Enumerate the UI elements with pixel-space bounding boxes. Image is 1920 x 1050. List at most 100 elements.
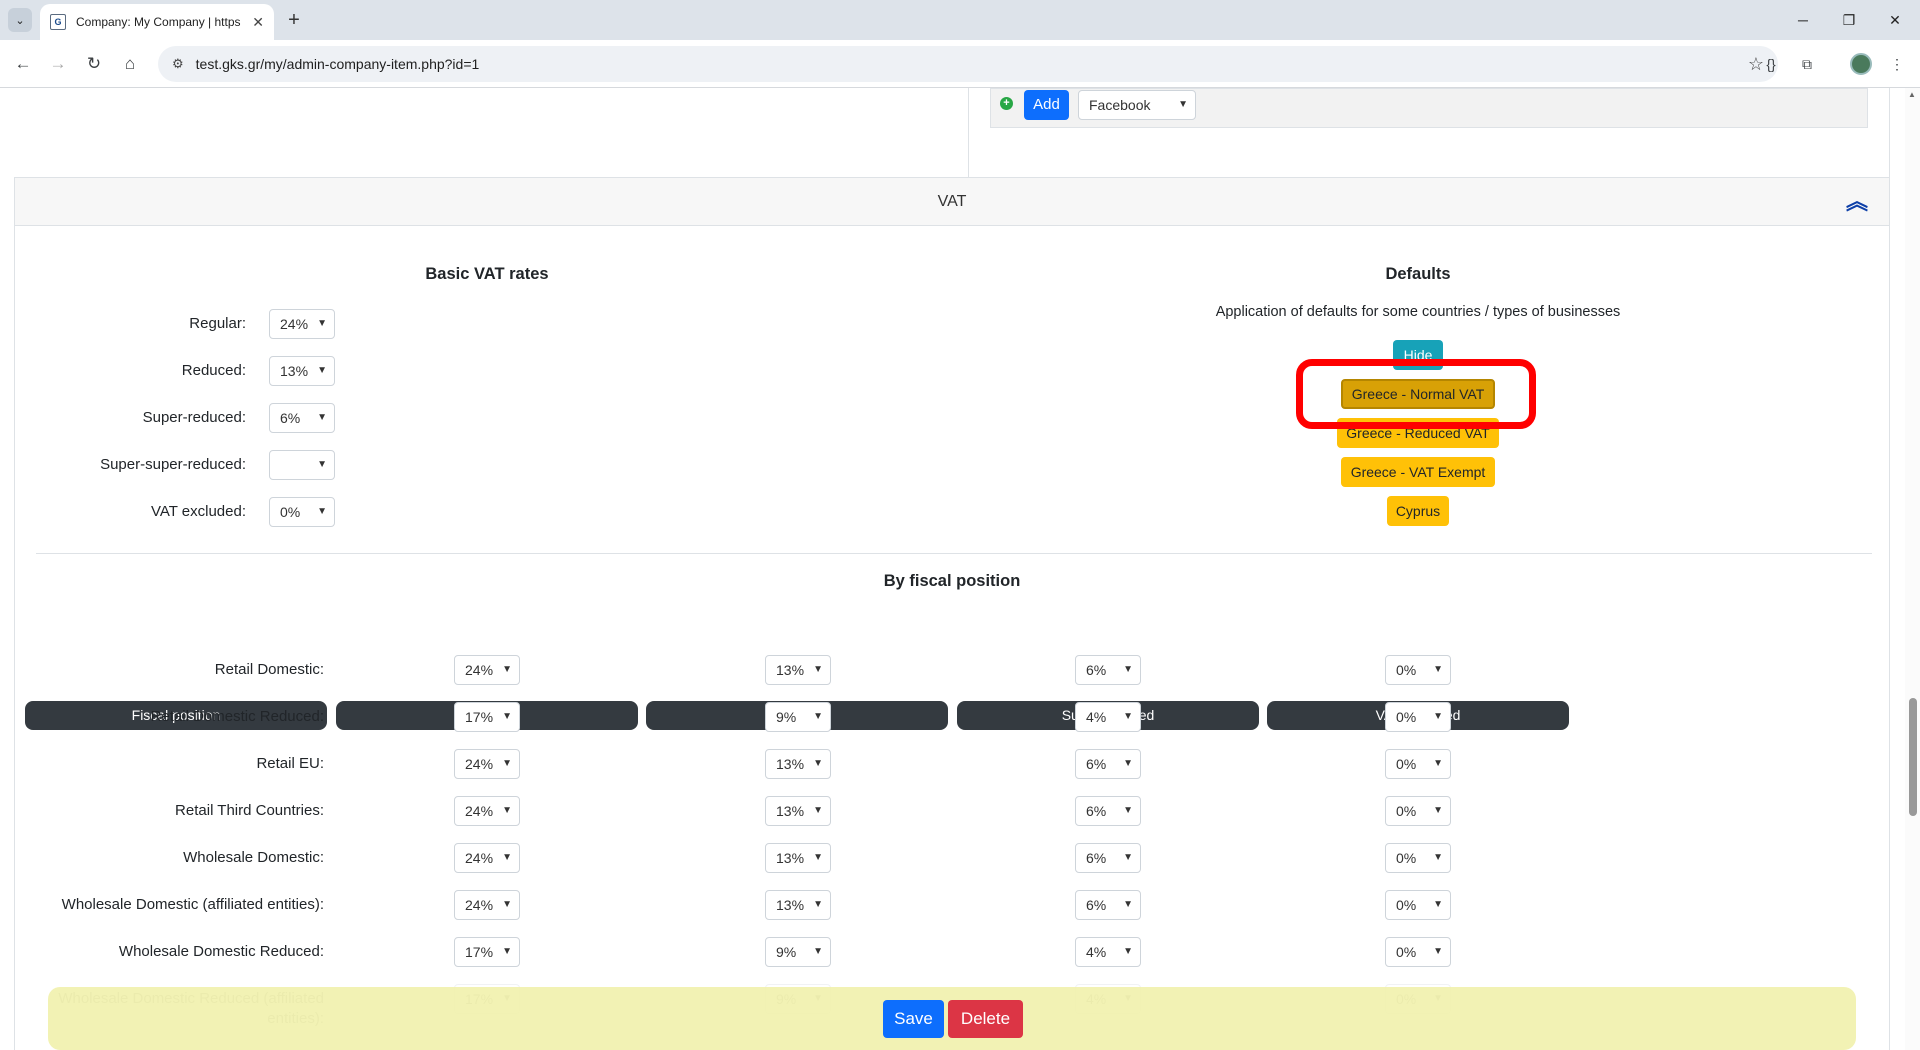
site-favicon-icon: G bbox=[50, 14, 66, 30]
restore-icon[interactable]: ❐ bbox=[1826, 6, 1872, 34]
page-scrollbar[interactable]: ▲ bbox=[1905, 88, 1920, 1050]
chevron-down-icon: ⌄ bbox=[15, 14, 25, 27]
fiscal-rate-select[interactable]: 0% ▼ bbox=[1385, 890, 1451, 920]
site-info-icon[interactable]: ⚙ bbox=[172, 56, 184, 72]
fiscal-rate-value: 9% bbox=[776, 944, 797, 960]
window-close-icon[interactable]: ✕ bbox=[1872, 6, 1918, 34]
browser-toolbar: ← → ↻ ⌂ ⚙ test.gks.gr/my/admin-company-i… bbox=[0, 40, 1920, 88]
fiscal-rate-value: 13% bbox=[776, 662, 805, 678]
basic-vat-heading: Basic VAT rates bbox=[425, 265, 549, 283]
fiscal-rate-value: 0% bbox=[1396, 850, 1417, 866]
forward-arrow-icon[interactable]: → bbox=[46, 52, 70, 76]
fiscal-rate-select[interactable]: 0% ▼ bbox=[1385, 749, 1451, 779]
fiscal-rate-value: 17% bbox=[465, 944, 494, 960]
fiscal-rate-select[interactable]: 0% ▼ bbox=[1385, 796, 1451, 826]
chevron-down-icon: ▼ bbox=[1433, 899, 1443, 910]
chevron-down-icon: ▼ bbox=[1123, 711, 1133, 722]
delete-button[interactable]: Delete bbox=[948, 1000, 1023, 1038]
chevron-down-icon: ▼ bbox=[1123, 899, 1133, 910]
basic-vat-select[interactable]: 0% ▼ bbox=[269, 497, 335, 527]
scroll-up-arrow-icon[interactable]: ▲ bbox=[1908, 90, 1916, 99]
fiscal-rate-value: 0% bbox=[1396, 756, 1417, 772]
social-network-select[interactable]: Facebook ▼ bbox=[1078, 90, 1196, 120]
fiscal-rate-select[interactable]: 6% ▼ bbox=[1075, 749, 1141, 779]
fiscal-rate-select[interactable]: 13% ▼ bbox=[765, 890, 831, 920]
chevron-down-icon: ▼ bbox=[502, 711, 512, 722]
fiscal-rate-select[interactable]: 9% ▼ bbox=[765, 702, 831, 732]
basic-vat-select[interactable]: 24% ▼ bbox=[269, 309, 335, 339]
fiscal-rate-select[interactable]: 17% ▼ bbox=[454, 702, 520, 732]
chevron-down-icon: ▼ bbox=[1433, 852, 1443, 863]
chevron-down-icon: ▼ bbox=[813, 852, 823, 863]
fiscal-rate-select[interactable]: 24% ▼ bbox=[454, 796, 520, 826]
fiscal-rate-value: 6% bbox=[1086, 897, 1107, 913]
address-bar[interactable]: ⚙ test.gks.gr/my/admin-company-item.php?… bbox=[158, 46, 1778, 82]
fiscal-rate-select[interactable]: 13% ▼ bbox=[765, 749, 831, 779]
basic-vat-select[interactable]: 6% ▼ bbox=[269, 403, 335, 433]
basic-vat-select[interactable]: 13% ▼ bbox=[269, 356, 335, 386]
fiscal-rate-select[interactable]: 13% ▼ bbox=[765, 843, 831, 873]
fiscal-rate-select[interactable]: 6% ▼ bbox=[1075, 796, 1141, 826]
social-network-value: Facebook bbox=[1089, 97, 1151, 113]
browser-tab-active[interactable]: G Company: My Company | https ✕ bbox=[40, 4, 274, 40]
fiscal-rate-select[interactable]: 24% ▼ bbox=[454, 843, 520, 873]
fiscal-rate-select[interactable]: 0% ▼ bbox=[1385, 937, 1451, 967]
back-arrow-icon[interactable]: ← bbox=[11, 52, 35, 76]
fiscal-rate-value: 24% bbox=[465, 897, 494, 913]
basic-vat-select-value: 13% bbox=[280, 363, 309, 379]
fiscal-rate-select[interactable]: 9% ▼ bbox=[765, 937, 831, 967]
fiscal-rate-select[interactable]: 24% ▼ bbox=[454, 890, 520, 920]
fiscal-rate-select[interactable]: 13% ▼ bbox=[765, 655, 831, 685]
defaults-description: Application of defaults for some countri… bbox=[1215, 304, 1621, 320]
close-icon[interactable]: ✕ bbox=[252, 14, 264, 31]
chevron-down-icon: ▼ bbox=[317, 506, 327, 517]
vat-section-header[interactable]: VAT bbox=[15, 178, 1889, 226]
minimize-icon[interactable]: ─ bbox=[1780, 6, 1826, 34]
url-text: test.gks.gr/my/admin-company-item.php?id… bbox=[195, 56, 480, 72]
fiscal-rate-value: 0% bbox=[1396, 944, 1417, 960]
fiscal-rate-select[interactable]: 0% ▼ bbox=[1385, 702, 1451, 732]
basic-vat-select[interactable]: ▼ bbox=[269, 450, 335, 480]
fiscal-rate-value: 6% bbox=[1086, 803, 1107, 819]
extensions-puzzle-icon[interactable]: ⧉ bbox=[1796, 53, 1818, 75]
home-icon[interactable]: ⌂ bbox=[118, 52, 142, 76]
fiscal-rate-select[interactable]: 24% ▼ bbox=[454, 749, 520, 779]
chevron-down-icon: ▼ bbox=[813, 711, 823, 722]
default-cyprus-button[interactable]: Cyprus bbox=[1387, 496, 1449, 526]
fiscal-rate-select[interactable]: 0% ▼ bbox=[1385, 843, 1451, 873]
tab-search-button[interactable]: ⌄ bbox=[8, 8, 32, 32]
fiscal-rate-value: 24% bbox=[465, 803, 494, 819]
collapse-double-chevron-up-icon[interactable]: ︽ bbox=[1845, 190, 1869, 214]
kebab-menu-icon[interactable]: ⋮ bbox=[1886, 53, 1908, 75]
vat-section-title: VAT bbox=[937, 193, 967, 210]
fiscal-rate-select[interactable]: 6% ▼ bbox=[1075, 890, 1141, 920]
basic-vat-label: Reduced: bbox=[181, 362, 246, 379]
fiscal-rate-select[interactable]: 6% ▼ bbox=[1075, 843, 1141, 873]
extension-bracket-icon[interactable]: {} bbox=[1760, 53, 1782, 75]
chevron-down-icon: ▼ bbox=[813, 758, 823, 769]
fiscal-rate-select[interactable]: 0% ▼ bbox=[1385, 655, 1451, 685]
default-greece-vat-exempt-button[interactable]: Greece - VAT Exempt bbox=[1341, 457, 1495, 487]
fiscal-position-label: Retail Third Countries: bbox=[175, 802, 324, 819]
save-button[interactable]: Save bbox=[883, 1000, 944, 1038]
fiscal-rate-value: 0% bbox=[1396, 897, 1417, 913]
section-divider bbox=[36, 553, 1872, 554]
chevron-down-icon: ▼ bbox=[1178, 99, 1188, 110]
fiscal-rate-select[interactable]: 13% ▼ bbox=[765, 796, 831, 826]
fiscal-rate-select[interactable]: 24% ▼ bbox=[454, 655, 520, 685]
chevron-down-icon: ▼ bbox=[502, 664, 512, 675]
chevron-down-icon: ▼ bbox=[1123, 805, 1133, 816]
fiscal-rate-select[interactable]: 6% ▼ bbox=[1075, 655, 1141, 685]
reload-icon[interactable]: ↻ bbox=[82, 52, 106, 76]
profile-avatar[interactable] bbox=[1850, 53, 1872, 75]
fiscal-rate-select[interactable]: 4% ▼ bbox=[1075, 702, 1141, 732]
basic-vat-select-value: 0% bbox=[280, 504, 301, 520]
fiscal-rate-select[interactable]: 17% ▼ bbox=[454, 937, 520, 967]
scrollbar-thumb[interactable] bbox=[1909, 698, 1917, 816]
new-tab-plus-icon[interactable]: + bbox=[282, 8, 306, 32]
add-social-button[interactable]: Add bbox=[1024, 90, 1069, 120]
chevron-down-icon: ▼ bbox=[502, 946, 512, 957]
fiscal-rate-select[interactable]: 4% ▼ bbox=[1075, 937, 1141, 967]
fiscal-rate-value: 13% bbox=[776, 897, 805, 913]
fiscal-rate-value: 13% bbox=[776, 756, 805, 772]
